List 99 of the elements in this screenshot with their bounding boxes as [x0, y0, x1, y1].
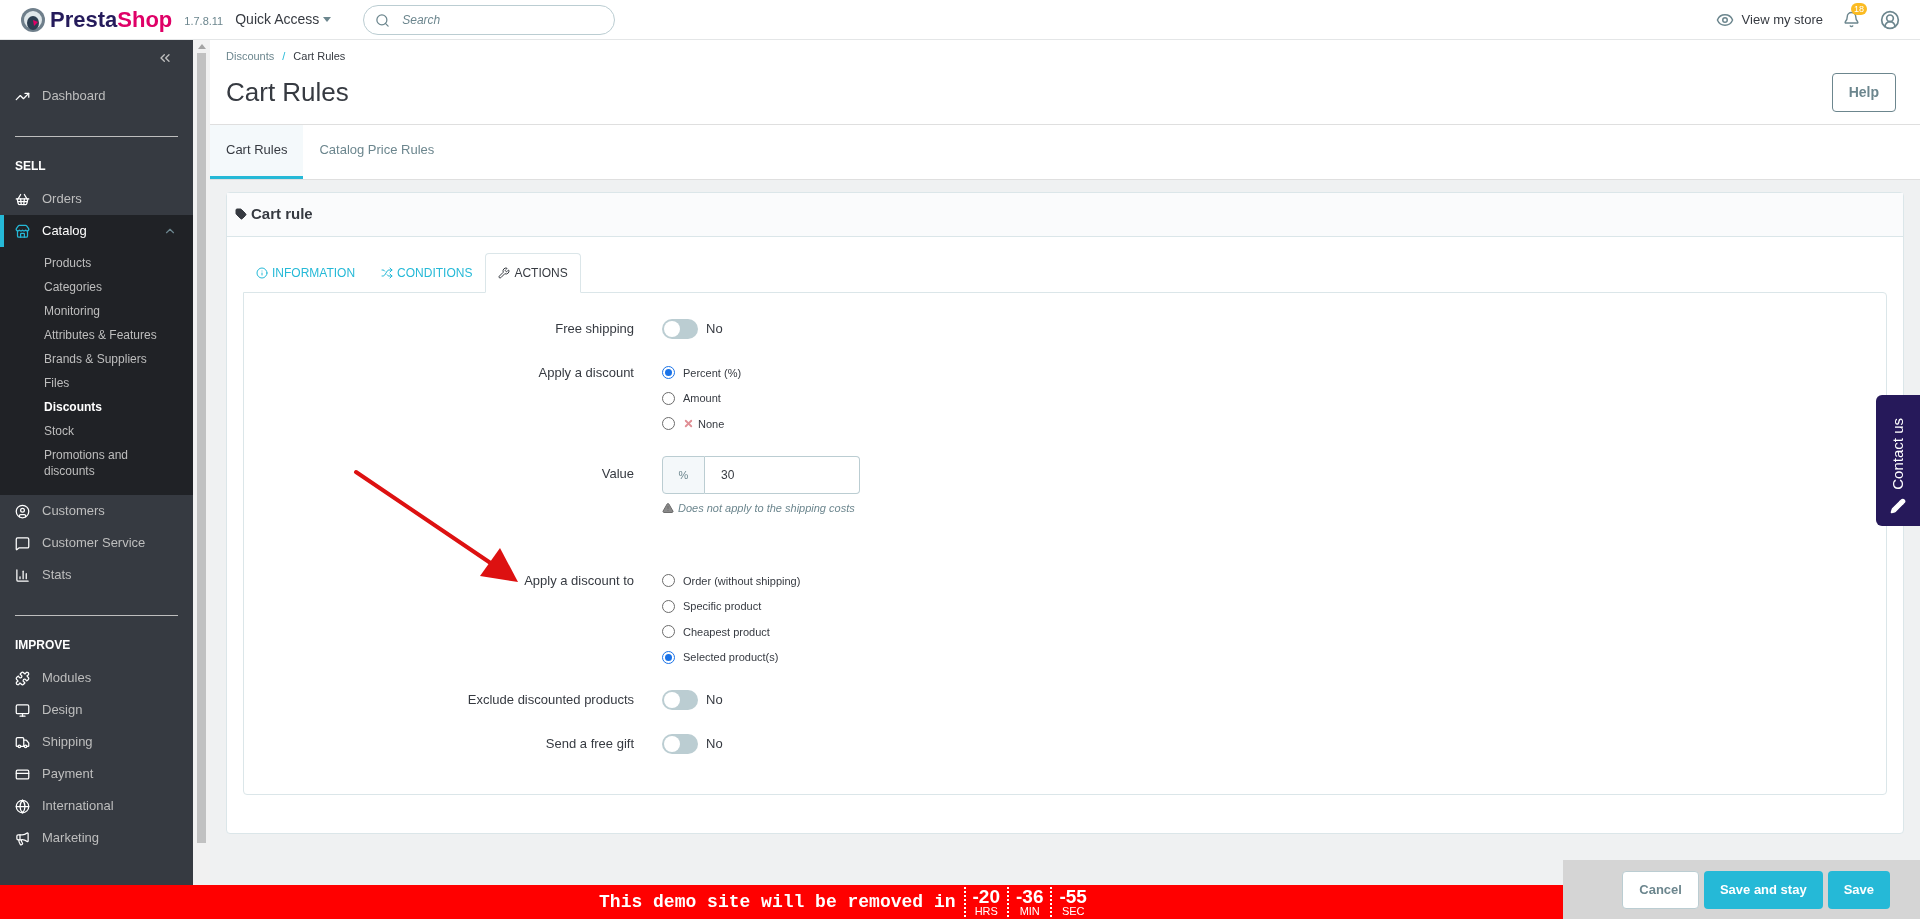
globe-icon — [15, 798, 30, 814]
toggle-switch[interactable] — [662, 733, 698, 754]
nav-item[interactable]: Stats — [0, 559, 193, 591]
user-icon — [15, 503, 30, 519]
pencil-icon — [1890, 498, 1906, 514]
nav-subitem[interactable]: Categories — [0, 275, 193, 299]
chat-icon — [15, 535, 30, 551]
page-tab[interactable]: Cart Rules — [210, 124, 304, 179]
radio-button[interactable] — [662, 650, 675, 664]
store-icon — [15, 223, 30, 239]
radio-button[interactable] — [662, 625, 675, 639]
nav-item[interactable]: Dashboard — [0, 80, 193, 112]
form-tab[interactable]: ACTIONS — [485, 252, 581, 293]
unit-prefix: % — [662, 456, 705, 494]
basket-icon — [15, 191, 30, 207]
radio-label: Percent (%) — [683, 365, 742, 381]
field-label: Value — [601, 465, 634, 483]
nav-item[interactable]: Marketing — [0, 822, 193, 854]
help-button[interactable]: Help — [1831, 72, 1896, 112]
field-label: Apply a discount — [538, 363, 634, 382]
timer-value: -55 — [1059, 887, 1087, 906]
radio-label: Selected product(s) — [683, 650, 779, 665]
toggle-state: No — [706, 319, 723, 338]
nav-item[interactable]: Customer Service — [0, 527, 193, 559]
nav-item[interactable]: Design — [0, 694, 193, 726]
radio-button[interactable] — [662, 599, 675, 613]
radio-button[interactable] — [662, 417, 675, 431]
radio-label: None — [698, 416, 725, 432]
nav-item[interactable]: International — [0, 790, 193, 822]
toggle-switch[interactable] — [662, 689, 698, 710]
breadcrumb-link[interactable]: Discounts — [226, 48, 275, 65]
toggle-switch[interactable] — [662, 318, 698, 339]
field-label: Apply a discount to — [524, 571, 634, 590]
page-tab[interactable]: Catalog Price Rules — [303, 124, 451, 179]
nav-subitem[interactable]: Products — [0, 251, 193, 275]
value-field[interactable]: 30 — [705, 456, 860, 494]
radio-button[interactable] — [662, 366, 675, 380]
toggle-state: No — [706, 690, 723, 709]
field-hint: Does not apply to the shipping costs — [678, 501, 855, 516]
banner-text: This demo site will be removed in — [599, 890, 956, 914]
toggle-state: No — [706, 734, 723, 753]
radio-label: Specific product — [683, 599, 762, 614]
page-title: Cart Rules — [226, 75, 349, 109]
credit-card-icon — [15, 766, 30, 782]
nav-subitem[interactable]: Discounts — [0, 395, 193, 419]
breadcrumb-current: Cart Rules — [293, 49, 346, 64]
puzzle-icon — [15, 670, 30, 686]
radio-label: Order (without shipping) — [683, 573, 801, 589]
nav-subitem[interactable]: Brands & Suppliers — [0, 347, 193, 371]
monitor-icon — [15, 702, 30, 718]
radio-button[interactable] — [662, 391, 675, 405]
wrench-icon — [498, 266, 511, 279]
nav-subitem[interactable]: Monitoring — [0, 299, 193, 323]
timer-unit: MIN — [1019, 906, 1040, 917]
timer-value: -36 — [1016, 887, 1044, 906]
search-icon — [375, 12, 391, 28]
view-store-link[interactable]: View my store — [1715, 9, 1823, 30]
bar-chart-icon — [15, 567, 30, 583]
caret-icon — [323, 17, 332, 22]
nav-subitem[interactable]: Stock — [0, 419, 193, 443]
account-icon[interactable] — [1880, 9, 1900, 30]
megaphone-icon — [15, 830, 30, 846]
card-title: Cart rule — [251, 203, 313, 224]
field-label: Free shipping — [555, 319, 634, 338]
timer-unit: SEC — [1061, 906, 1085, 917]
logo-text: PrestaShop — [50, 6, 173, 34]
nav-item[interactable]: Shipping — [0, 726, 193, 758]
notification-count: 18 — [1851, 3, 1867, 15]
radio-button[interactable] — [662, 574, 675, 588]
info-icon — [256, 266, 268, 279]
section-heading: IMPROVE — [15, 638, 71, 652]
cross-icon — [683, 418, 694, 430]
tag-icon — [235, 208, 247, 220]
nav-item[interactable]: Payment — [0, 758, 193, 790]
nav-item[interactable]: Modules — [0, 662, 193, 694]
truck-icon — [15, 734, 30, 750]
logo-icon — [20, 6, 46, 33]
section-heading: SELL — [15, 159, 46, 173]
version-label: 1.7.8.11 — [184, 14, 224, 30]
cancel-button[interactable]: Cancel — [1622, 870, 1699, 909]
timer-value: -20 — [972, 887, 1000, 906]
field-label: Exclude discounted products — [467, 690, 634, 709]
breadcrumb-separator: / — [282, 49, 286, 64]
bell-icon[interactable] — [1843, 11, 1860, 28]
nav-subitem[interactable]: Promotions and discounts — [0, 443, 193, 483]
nav-subitem[interactable]: Files — [0, 371, 193, 395]
warning-icon — [662, 502, 674, 515]
quick-access-dropdown[interactable]: Quick Access — [235, 9, 332, 30]
shuffle-icon — [381, 266, 394, 279]
radio-label: Cheapest product — [683, 624, 770, 640]
scroll-up-icon[interactable] — [197, 44, 206, 49]
timer-unit: HRS — [974, 906, 998, 917]
radio-label: Amount — [683, 391, 721, 406]
nav-subitem[interactable]: Attributes & Features — [0, 323, 193, 347]
field-label: Send a free gift — [545, 734, 634, 753]
nav-item[interactable]: Customers — [0, 495, 193, 527]
contact-tab[interactable]: Contact us — [1876, 395, 1920, 526]
nav-item[interactable]: Orders — [0, 183, 193, 215]
search-field[interactable]: Search — [363, 4, 616, 35]
